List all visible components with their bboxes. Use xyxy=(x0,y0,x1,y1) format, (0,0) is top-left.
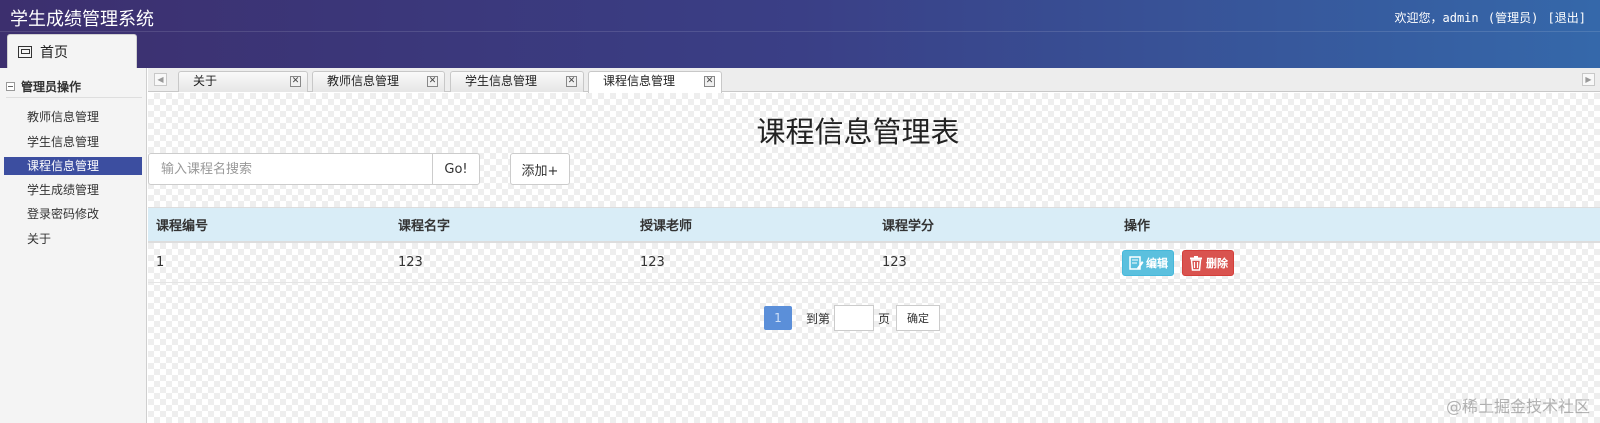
tab-course-info[interactable]: 课程信息管理 ✕ xyxy=(588,71,722,93)
collapse-icon[interactable] xyxy=(6,82,15,91)
logout-link[interactable]: [退出] xyxy=(1548,11,1586,25)
column-header-teacher: 授课老师 xyxy=(640,219,693,234)
tabs-scroll-right-icon[interactable]: ▶ xyxy=(1582,73,1595,86)
sidebar-item-course-info[interactable]: 课程信息管理 xyxy=(4,157,142,175)
delete-label: 删除 xyxy=(1206,256,1228,270)
pagination: 1 到第 页 确定 xyxy=(764,305,941,331)
goto-label: 到第 xyxy=(806,311,831,326)
home-tab[interactable]: 首页 xyxy=(7,34,137,68)
header-divider xyxy=(0,31,1600,32)
tab-about[interactable]: 关于 ✕ xyxy=(178,71,308,92)
tab-teacher-info[interactable]: 教师信息管理 ✕ xyxy=(312,71,445,92)
table-row: 1 123 123 123 编辑 删除 xyxy=(148,243,1600,283)
sidebar-item-student-info[interactable]: 学生信息管理 xyxy=(4,133,142,151)
sidebar-item-password-change[interactable]: 登录密码修改 xyxy=(4,205,142,223)
cell-course-name: 123 xyxy=(398,255,423,270)
tabs-scroll-left-icon[interactable]: ◀ xyxy=(154,73,167,86)
cell-credits: 123 xyxy=(882,255,907,270)
table-header: 课程编号 课程名字 授课老师 课程学分 操作 xyxy=(148,207,1600,243)
home-tab-label: 首页 xyxy=(40,44,68,61)
welcome-text: 欢迎您，admin xyxy=(1394,11,1479,25)
home-icon xyxy=(18,45,32,58)
tab-close-icon[interactable]: ✕ xyxy=(566,76,577,87)
tab-label: 关于 xyxy=(193,74,218,88)
cell-actions: 编辑 删除 xyxy=(1116,249,1516,276)
go-button[interactable]: Go! xyxy=(432,153,480,185)
tab-label: 课程信息管理 xyxy=(603,74,676,88)
tab-label: 教师信息管理 xyxy=(327,74,400,88)
page-current[interactable]: 1 xyxy=(764,306,792,330)
tab-close-icon[interactable]: ✕ xyxy=(290,76,301,87)
page-suffix: 页 xyxy=(878,311,891,326)
page-title: 课程信息管理表 xyxy=(756,115,960,149)
tab-close-icon[interactable]: ✕ xyxy=(427,76,438,87)
role-text: (管理员) xyxy=(1487,11,1539,25)
edit-label: 编辑 xyxy=(1146,256,1168,270)
sidebar-item-teacher-info[interactable]: 教师信息管理 xyxy=(4,108,142,126)
edit-icon xyxy=(1129,255,1144,270)
column-header-course-name: 课程名字 xyxy=(398,219,451,234)
app-header: 学生成绩管理系统 欢迎您，admin (管理员) [退出] 首页 xyxy=(0,0,1600,68)
sidebar-section-title: 管理员操作 xyxy=(21,80,82,94)
sidebar-item-about[interactable]: 关于 xyxy=(4,230,142,248)
course-table: 课程编号 课程名字 授课老师 课程学分 操作 1 123 123 123 编辑 xyxy=(148,207,1600,283)
user-info: 欢迎您，admin (管理员) [退出] xyxy=(1393,9,1587,26)
watermark: @稀土掘金技术社区 xyxy=(1445,397,1590,416)
confirm-page-button[interactable]: 确定 xyxy=(896,305,941,331)
column-header-course-id: 课程编号 xyxy=(156,219,209,234)
search-input[interactable] xyxy=(148,153,433,185)
delete-button[interactable]: 删除 xyxy=(1182,249,1234,276)
cell-teacher: 123 xyxy=(640,255,665,270)
tab-student-info[interactable]: 学生信息管理 ✕ xyxy=(450,71,584,92)
column-header-credits: 课程学分 xyxy=(882,219,935,234)
page-number-input[interactable] xyxy=(834,305,875,331)
tab-label: 学生信息管理 xyxy=(465,74,538,88)
column-header-actions: 操作 xyxy=(1124,219,1151,234)
add-button[interactable]: 添加+ xyxy=(510,153,570,185)
app-title: 学生成绩管理系统 xyxy=(10,9,154,30)
sidebar-section-header[interactable]: 管理员操作 xyxy=(6,80,142,98)
sidebar-item-student-grades[interactable]: 学生成绩管理 xyxy=(4,181,142,199)
tabs-bar: ◀ 关于 ✕ 教师信息管理 ✕ 学生信息管理 ✕ 课程信息管理 ✕ ▶ xyxy=(148,68,1600,93)
main-content: 课程信息管理表 Go! 添加+ 课程编号 课程名字 授课老师 课程学分 操作 1… xyxy=(148,93,1600,423)
edit-button[interactable]: 编辑 xyxy=(1122,249,1174,276)
cell-course-id: 1 xyxy=(156,255,165,270)
trash-icon xyxy=(1190,255,1202,271)
sidebar: 管理员操作 教师信息管理 学生信息管理 课程信息管理 学生成绩管理 登录密码修改… xyxy=(0,68,147,423)
tab-close-icon[interactable]: ✕ xyxy=(704,76,715,87)
